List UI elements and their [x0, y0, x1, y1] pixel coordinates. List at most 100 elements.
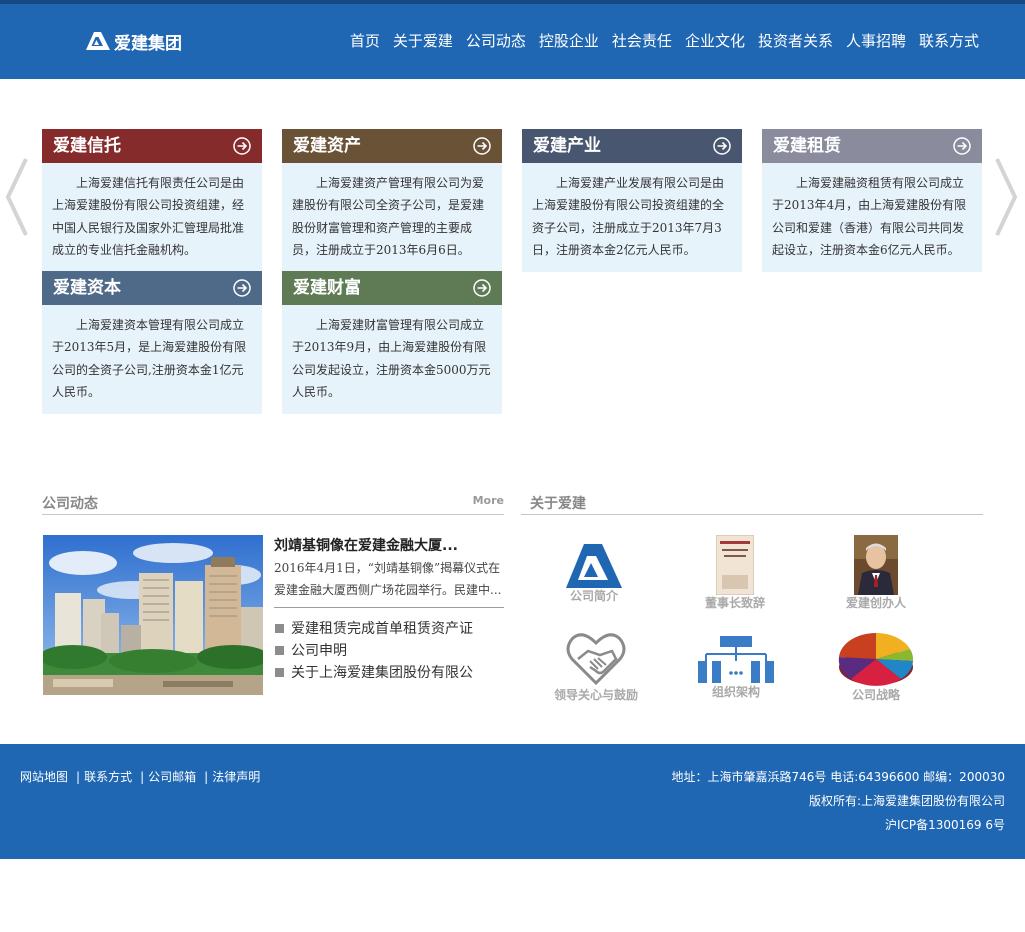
carousel-prev-button[interactable] — [4, 157, 30, 237]
nav-contact[interactable]: 联系方式 — [919, 30, 979, 52]
footer-separator: | — [140, 770, 145, 784]
card-title: 爱建财富 — [293, 278, 361, 298]
footer-link-email[interactable]: 公司邮箱 — [148, 769, 196, 785]
about-founder[interactable]: 爱建创办人 — [811, 535, 941, 611]
arrow-circle-right-icon[interactable] — [713, 137, 731, 155]
about-item-label: 组织架构 — [711, 685, 760, 699]
chevron-left-icon — [5, 158, 28, 236]
about-item-label: 公司简介 — [569, 589, 618, 603]
card-leasing-header[interactable]: 爱建租赁 — [762, 129, 982, 163]
nav-culture[interactable]: 企业文化 — [685, 30, 745, 52]
org-chart-icon — [698, 636, 774, 683]
card-wealth: 爱建财富 上海爱建财富管理有限公司成立于2013年9月，由上海爱建股份有限公司发… — [282, 271, 502, 414]
pie-chart-icon — [838, 632, 914, 686]
main-nav: 首页 关于爱建 公司动态 控股企业 社会责任 企业文化 投资者关系 人事招聘 联… — [350, 30, 979, 52]
square-bullet-icon — [275, 624, 284, 633]
card-description: 上海爱建信托有限责任公司是由上海爱建股份有限公司投资组建，经中国人民银行及国家外… — [52, 176, 245, 257]
nav-holdings[interactable]: 控股企业 — [539, 30, 599, 52]
aijian-logo-icon — [86, 32, 110, 50]
card-title: 爱建信托 — [53, 136, 121, 156]
arrow-circle-right-icon[interactable] — [233, 137, 251, 155]
news-list-item[interactable]: 爱建租赁完成首单租赁资产证 — [274, 618, 504, 640]
square-bullet-icon — [275, 646, 284, 655]
news-item-text: 爱建租赁完成首单租赁资产证 — [291, 621, 473, 637]
footer-address: 地址：上海市肇嘉浜路746号 电话:64396600 邮编：200030 — [671, 770, 1005, 784]
site-header: 爱建集团 首页 关于爱建 公司动态 控股企业 社会责任 企业文化 投资者关系 人… — [0, 0, 1025, 79]
building-photo-image — [43, 535, 263, 695]
card-description: 上海爱建资本管理有限公司成立于2013年5月，是上海爱建股份有限公司的全资子公司… — [52, 318, 247, 399]
news-list-item[interactable]: 公司申明 — [274, 640, 504, 662]
footer-link-legal[interactable]: 法律声明 — [212, 769, 260, 785]
arrow-circle-right-icon[interactable] — [233, 279, 251, 297]
square-bullet-icon — [275, 668, 284, 677]
card-title: 爱建产业 — [533, 136, 601, 156]
news-section-title: 公司动态 — [42, 496, 98, 512]
arrow-circle-right-icon[interactable] — [473, 279, 491, 297]
about-section-title: 关于爱建 — [530, 496, 586, 512]
card-capital: 爱建资本 上海爱建资本管理有限公司成立于2013年5月，是上海爱建股份有限公司的… — [42, 271, 262, 414]
news-headline[interactable]: 刘靖基铜像在爱建金融大厦... — [274, 536, 504, 556]
site-logo[interactable]: 爱建集团 — [86, 30, 182, 54]
card-title: 爱建资本 — [53, 278, 121, 298]
arrow-circle-right-icon[interactable] — [953, 137, 971, 155]
about-item-label: 董事长致辞 — [704, 596, 765, 610]
nav-social-responsibility[interactable]: 社会责任 — [612, 30, 672, 52]
card-title: 爱建资产 — [293, 136, 361, 156]
news-summary: 2016年4月1日，“刘靖基铜像”揭幕仪式在爱建金融大厦西侧广场花园举行。民建中… — [274, 561, 502, 597]
about-company-profile[interactable]: 公司简介 — [529, 544, 659, 604]
about-org-structure[interactable]: 组织架构 — [671, 636, 801, 700]
nav-about[interactable]: 关于爱建 — [393, 30, 453, 52]
news-more-link[interactable]: More — [473, 494, 504, 507]
footer-info: 地址：上海市肇嘉浜路746号 电话:64396600 邮编：200030 版权所… — [672, 769, 1005, 841]
nav-careers[interactable]: 人事招聘 — [846, 30, 906, 52]
about-item-label: 公司战略 — [851, 688, 900, 702]
footer-link-contact[interactable]: 联系方式 — [84, 769, 132, 785]
about-strategy[interactable]: 公司战略 — [811, 631, 941, 703]
logo-text: 爱建集团 — [114, 33, 182, 54]
news-photo[interactable] — [43, 535, 263, 695]
news-list-item[interactable]: 关于上海爱建集团股份有限公 — [274, 662, 504, 684]
card-industry: 爱建产业 上海爱建产业发展有限公司是由上海爱建股份有限公司投资组建的全资子公司，… — [522, 129, 742, 272]
footer-icp: 沪ICP备1300169 6号 — [884, 818, 1005, 832]
aijian-logo-icon — [566, 544, 622, 588]
footer-separator: | — [204, 770, 209, 784]
news-divider — [274, 607, 504, 608]
footer-copyright: 版权所有:上海爱建集团股份有限公司 — [808, 794, 1005, 808]
card-assets: 爱建资产 上海爱建资产管理有限公司为爱建股份有限公司全资子公司，是爱建股份财富管… — [282, 129, 502, 272]
card-description: 上海爱建财富管理有限公司成立于2013年9月，由上海爱建股份有限公司发起设立，注… — [292, 318, 491, 399]
arrow-circle-right-icon[interactable] — [473, 137, 491, 155]
card-capital-header[interactable]: 爱建资本 — [42, 271, 262, 305]
header-top-line — [0, 0, 1025, 4]
card-description: 上海爱建资产管理有限公司为爱建股份有限公司全资子公司，是爱建股份财富管理和资产管… — [292, 176, 485, 257]
footer-links: 网站地图 | 联系方式 | 公司邮箱 | 法律声明 — [20, 769, 260, 785]
nav-investor-relations[interactable]: 投资者关系 — [758, 30, 833, 52]
news-section-header: 公司动态 More — [42, 490, 504, 515]
nav-news[interactable]: 公司动态 — [466, 30, 526, 52]
carousel-next-button[interactable] — [993, 157, 1019, 237]
nav-home[interactable]: 首页 — [350, 30, 380, 52]
card-title: 爱建租赁 — [773, 136, 841, 156]
news-item-text: 公司申明 — [291, 643, 347, 659]
about-item-label: 爱建创办人 — [845, 596, 906, 610]
card-description: 上海爱建产业发展有限公司是由上海爱建股份有限公司投资组建的全资子公司，注册成立于… — [532, 176, 725, 257]
site-footer: 网站地图 | 联系方式 | 公司邮箱 | 法律声明 地址：上海市肇嘉浜路746号… — [0, 744, 1025, 859]
chevron-right-icon — [995, 158, 1018, 236]
card-wealth-header[interactable]: 爱建财富 — [282, 271, 502, 305]
book-cover-icon — [716, 535, 754, 595]
about-chairman-speech[interactable]: 董事长致辞 — [670, 535, 800, 611]
card-trust: 爱建信托 上海爱建信托有限责任公司是由上海爱建股份有限公司投资组建，经中国人民银… — [42, 129, 262, 272]
about-section-header: 关于爱建 — [521, 490, 983, 515]
card-leasing: 爱建租赁 上海爱建融资租赁有限公司成立于2013年4月，由上海爱建股份有限公司和… — [762, 129, 982, 272]
founder-portrait-image — [854, 535, 898, 595]
news-item-text: 关于上海爱建集团股份有限公 — [291, 665, 473, 681]
news-list: 爱建租赁完成首单租赁资产证 公司申明 关于上海爱建集团股份有限公 — [274, 618, 504, 684]
card-trust-header[interactable]: 爱建信托 — [42, 129, 262, 163]
card-assets-header[interactable]: 爱建资产 — [282, 129, 502, 163]
about-item-label: 领导关心与鼓励 — [553, 688, 638, 702]
footer-separator: | — [76, 770, 81, 784]
handshake-heart-icon — [566, 633, 626, 686]
footer-link-sitemap[interactable]: 网站地图 — [20, 769, 68, 785]
card-description: 上海爱建融资租赁有限公司成立于2013年4月，由上海爱建股份有限公司和爱建（香港… — [772, 176, 967, 257]
card-industry-header[interactable]: 爱建产业 — [522, 129, 742, 163]
about-leader-encouragement[interactable]: 领导关心与鼓励 — [531, 631, 661, 703]
